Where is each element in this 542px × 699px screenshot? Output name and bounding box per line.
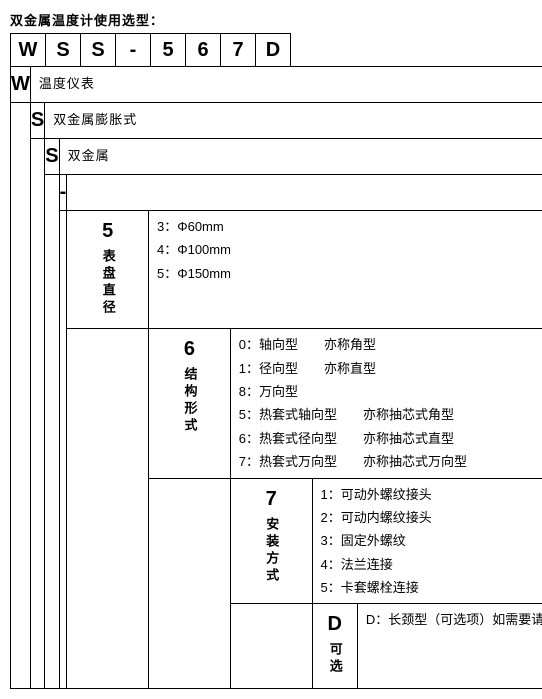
row-head-struct: 6 结构形式	[149, 329, 231, 478]
code-cell: S	[45, 33, 81, 67]
list-item: 4：Φ100mm	[157, 238, 542, 261]
model-code-row: W S S - 5 6 7 D	[10, 33, 532, 67]
list-item: 1：可动外螺纹接头	[321, 483, 542, 506]
selection-table: W 温度仪表 S 双金属膨胀式 S 双金属 - 5 表盘直径 3：Φ60mm 4…	[10, 66, 542, 689]
list-item: 6：热套式径向型 亦称抽芯式直型	[239, 427, 542, 450]
list-item: 3：Φ60mm	[157, 215, 542, 238]
code-cell: D	[255, 33, 291, 67]
list-item: 5：卡套螺栓连接	[321, 576, 542, 599]
row-head-w: W	[11, 67, 31, 103]
code-cell: W	[10, 33, 46, 67]
dial-values: 3：Φ60mm 4：Φ100mm 5：Φ150mm	[149, 211, 542, 329]
list-item: 3：固定外螺纹	[321, 529, 542, 552]
page-title: 双金属温度计使用选型：	[10, 10, 532, 29]
row-head-opt: D 可选	[312, 604, 357, 688]
row-label-w: 温度仪表	[30, 67, 542, 103]
row-head-dial: 5 表盘直径	[67, 211, 149, 329]
code-cell: 7	[220, 33, 256, 67]
row-label-s2: 双金属	[59, 139, 542, 175]
row-head-dash: -	[59, 175, 67, 211]
code-cell: S	[80, 33, 116, 67]
row-label-dash	[67, 175, 542, 211]
list-item: 5：Φ150mm	[157, 262, 542, 285]
list-item: 8：万向型	[239, 380, 542, 403]
opt-values: D：长颈型（可选项）如需要请告知长颈长度	[357, 604, 542, 688]
row-head-s1: S	[30, 103, 44, 139]
code-cell: 5	[150, 33, 186, 67]
list-item: 2：可动内螺纹接头	[321, 506, 542, 529]
row-head-s2: S	[45, 139, 59, 175]
install-values: 1：可动外螺纹接头 2：可动内螺纹接头 3：固定外螺纹 4：法兰连接 5：卡套螺…	[312, 478, 542, 604]
struct-values: 0：轴向型 亦称角型 1：径向型 亦称直型 8：万向型 5：热套式轴向型 亦称抽…	[230, 329, 542, 478]
code-cell: 6	[185, 33, 221, 67]
list-item: 1：径向型 亦称直型	[239, 357, 542, 380]
list-item: D：长颈型（可选项）如需要请告知长颈长度	[366, 608, 542, 631]
code-cell: -	[115, 33, 151, 67]
row-label-s1: 双金属膨胀式	[45, 103, 542, 139]
list-item: 0：轴向型 亦称角型	[239, 333, 542, 356]
list-item: 5：热套式轴向型 亦称抽芯式角型	[239, 403, 542, 426]
row-head-install: 7 安装方式	[230, 478, 312, 604]
list-item: 4：法兰连接	[321, 553, 542, 576]
list-item: 7：热套式万向型 亦称抽芯式万向型	[239, 450, 542, 473]
